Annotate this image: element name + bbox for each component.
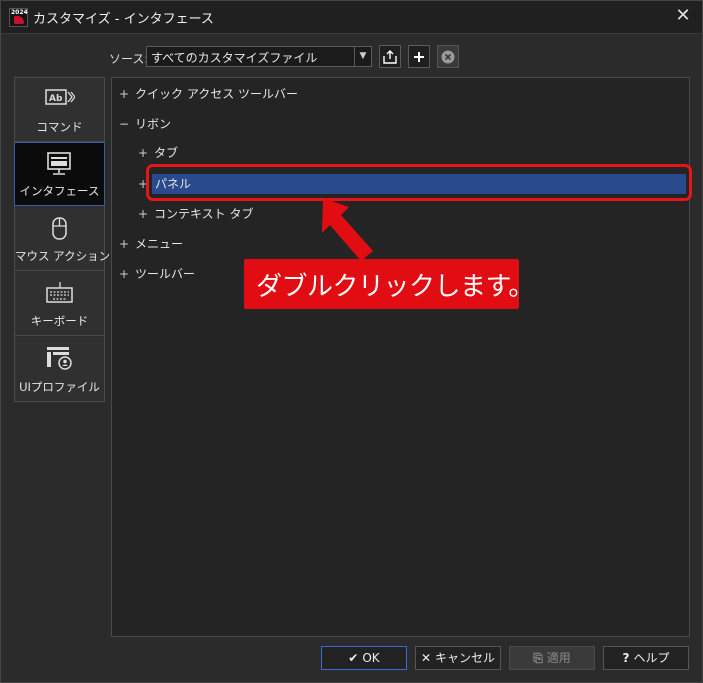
category-nav: Ab コマンド インタフェース マウス アクション キーボード UIプロファイル: [14, 77, 111, 402]
nav-label-command: コマンド: [36, 120, 83, 134]
chevron-down-icon[interactable]: ▼: [354, 47, 371, 66]
tree-node-toolbar[interactable]: + ツールバー: [119, 265, 195, 283]
nav-label-interface: インタフェース: [19, 184, 100, 198]
export-folder-icon: [383, 50, 397, 64]
customize-dialog: 2024 カスタマイズ - インタフェース ✕ ソース: すべてのカスタマイズフ…: [0, 0, 703, 683]
tree-node-ribbon[interactable]: − リボン: [119, 115, 171, 133]
app-logo-year: 2024: [11, 9, 28, 16]
question-icon: ?: [622, 651, 630, 665]
remove-circle-icon: [441, 50, 455, 64]
nav-label-keyboard: キーボード: [30, 314, 89, 328]
nav-item-keyboard[interactable]: キーボード: [15, 272, 104, 336]
interface-tree: + クイック アクセス ツールバー − リボン + タブ + パネル + コンテキスト …: [111, 77, 690, 637]
expand-icon[interactable]: +: [119, 235, 131, 253]
nav-label-mouse-action: マウス アクション: [15, 249, 111, 263]
plus-icon: [414, 52, 424, 62]
remove-button[interactable]: [437, 45, 459, 68]
help-button[interactable]: ? ヘルプ: [603, 646, 689, 670]
add-button[interactable]: [408, 45, 430, 68]
open-file-button[interactable]: [379, 45, 401, 68]
tree-node-menu[interactable]: + メニュー: [119, 235, 183, 253]
expand-icon[interactable]: +: [138, 175, 150, 193]
instruction-callout: ダブルクリックします。: [244, 259, 534, 309]
window-title: カスタマイズ - インタフェース: [33, 12, 214, 27]
tree-node-panel-label: パネル: [155, 177, 192, 191]
callout-text: ダブルクリックします。: [256, 272, 534, 302]
expand-icon[interactable]: +: [138, 205, 150, 223]
mouse-icon: [52, 217, 67, 240]
nav-item-ui-profile[interactable]: UIプロファイル: [15, 337, 104, 401]
collapse-icon[interactable]: −: [119, 115, 131, 133]
ui-profile-icon: [47, 347, 72, 370]
tree-node-context-tab[interactable]: + コンテキスト タブ: [138, 205, 253, 223]
title-bar: 2024 カスタマイズ - インタフェース ✕: [1, 1, 702, 34]
expand-icon[interactable]: +: [138, 144, 150, 162]
cancel-button[interactable]: ✕ キャンセル: [415, 646, 501, 670]
keyboard-icon: [46, 282, 73, 303]
source-dropdown-value: すべてのカスタマイズファイル: [151, 51, 318, 65]
nav-item-mouse-action[interactable]: マウス アクション: [15, 207, 111, 271]
apply-button[interactable]: ⎘ 適用: [509, 646, 595, 670]
check-icon: ✔: [348, 651, 359, 665]
nav-label-ui-profile: UIプロファイル: [19, 380, 100, 394]
ok-button[interactable]: ✔ OK: [321, 646, 407, 670]
app-logo-icon: 2024: [9, 8, 28, 27]
expand-icon[interactable]: +: [119, 85, 131, 103]
command-ab-icon: Ab: [45, 89, 75, 105]
source-dropdown[interactable]: すべてのカスタマイズファイル ▼: [146, 46, 372, 67]
nav-item-interface[interactable]: インタフェース: [14, 142, 105, 206]
close-icon: ✕: [420, 651, 432, 665]
tree-node-tab[interactable]: + タブ: [138, 144, 178, 162]
monitor-icon: [47, 152, 71, 175]
expand-icon[interactable]: +: [119, 265, 131, 283]
close-icon[interactable]: ✕: [672, 5, 694, 27]
tree-node-quick-access[interactable]: + クイック アクセス ツールバー: [119, 85, 298, 103]
red-arrow-icon: [322, 198, 373, 261]
tree-node-panel-selected[interactable]: パネル: [152, 174, 686, 194]
apply-icon: ⎘: [533, 651, 543, 665]
nav-item-command[interactable]: Ab コマンド: [15, 78, 104, 142]
svg-text:Ab: Ab: [49, 94, 63, 104]
tree-node-panel[interactable]: +: [138, 175, 150, 193]
source-label: ソース:: [109, 52, 149, 66]
